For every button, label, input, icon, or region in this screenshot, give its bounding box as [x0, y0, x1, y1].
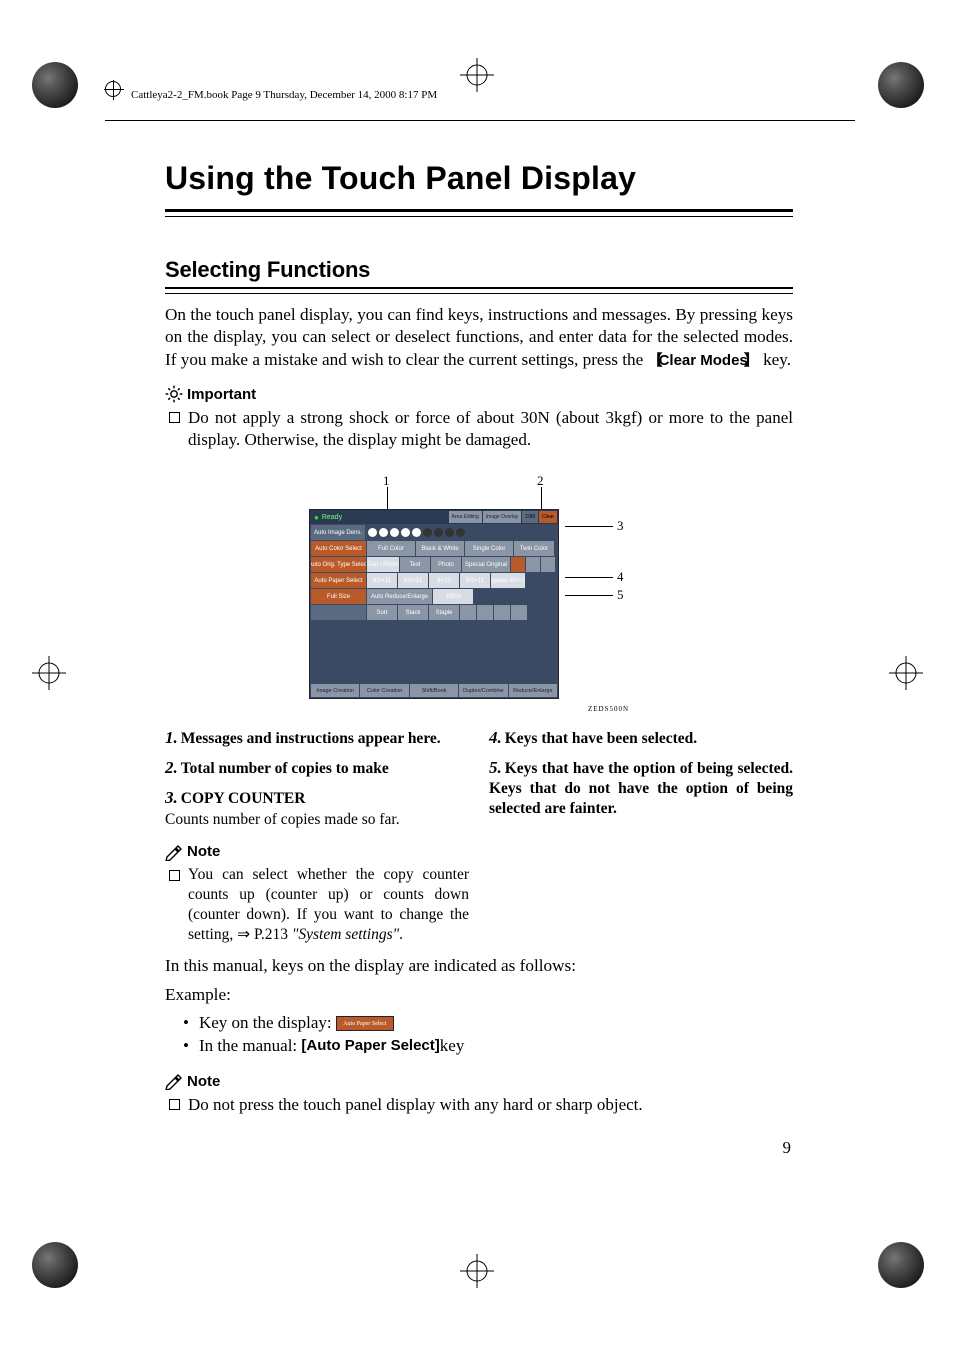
page-header: Cattleya2-2_FM.book Page 9 Thursday, Dec… — [105, 83, 855, 121]
auto-color-select-key: Auto Color Select — [311, 541, 366, 556]
important-body: Do not apply a strong shock or force of … — [188, 407, 793, 451]
important-item: Do not apply a strong shock or force of … — [169, 407, 793, 451]
example-bullet-2: In the manual: [Auto Paper Select] key — [183, 1035, 793, 1058]
callout-5: 5 — [617, 587, 624, 603]
density-label: Auto Image Dens. — [311, 525, 365, 540]
clear-modes-keycap: Clear Modes — [648, 352, 759, 369]
square-bullet-icon — [169, 870, 180, 881]
note-heading-2: Note — [165, 1072, 793, 1090]
important-label: Important — [187, 386, 256, 403]
clear-key: Clear — [539, 511, 557, 523]
pencil-icon — [165, 1072, 183, 1090]
intro-paragraph: On the touch panel display, you can find… — [165, 304, 793, 371]
corner-ball-br — [878, 1242, 924, 1288]
important-heading: Important — [165, 385, 793, 403]
post-line-2: Example: — [165, 984, 793, 1006]
registration-mark-left — [32, 656, 66, 690]
touch-panel-screenshot: 1 2 Ready Area Editing Image Overlay 1/9… — [309, 473, 649, 713]
corner-ball-tl — [32, 62, 78, 108]
full-size-key: Full Size — [311, 589, 366, 604]
gear-icon — [165, 385, 183, 403]
pencil-icon — [165, 843, 183, 861]
orientation-icon — [511, 557, 525, 572]
example-bullet-1: Key on the display: Auto Paper Select — [183, 1012, 793, 1035]
callout-3: 3 — [617, 518, 624, 534]
chapter-title: Using the Touch Panel Display — [165, 160, 793, 197]
corner-ball-bl — [32, 1242, 78, 1288]
section-title: Selecting Functions — [165, 257, 793, 283]
square-bullet-icon — [169, 1099, 180, 1110]
figure-code: ZEDS500N — [569, 705, 629, 713]
section-rule — [165, 287, 793, 294]
copy-counter-sub: Counts number of copies made so far. — [165, 811, 469, 829]
header-crop-icon — [105, 81, 121, 97]
square-bullet-icon — [169, 412, 180, 423]
note-heading-1: Note — [165, 843, 469, 861]
corner-ball-tr — [878, 62, 924, 108]
note-item-1: You can select whether the copy counter … — [169, 865, 469, 946]
auto-paper-select-mini-key: Auto Paper Select — [336, 1016, 394, 1031]
page-number: 9 — [783, 1138, 792, 1158]
area-editing-key: Area Editing — [449, 511, 482, 523]
note-item-2: Do not press the touch panel display wit… — [169, 1094, 793, 1116]
title-rule — [165, 209, 793, 217]
callout-4: 4 — [617, 569, 624, 585]
counter-display: 1/99 — [522, 511, 538, 523]
header-text: Cattleya2-2_FM.book Page 9 Thursday, Dec… — [131, 89, 437, 104]
item-3: 3.COPY COUNTER — [165, 787, 469, 809]
density-scale — [368, 528, 465, 537]
registration-mark-bottom — [460, 1254, 494, 1288]
post-line-1: In this manual, keys on the display are … — [165, 955, 793, 977]
intro-tail: key. — [759, 350, 791, 369]
registration-mark-right — [889, 656, 923, 690]
auto-orig-type-key: Auto Orig. Type Select — [311, 557, 366, 572]
item-1: 1.Messages and instructions appear here. — [165, 727, 469, 749]
image-overlay-key: Image Overlay — [483, 511, 522, 523]
auto-paper-select-key: Auto Paper Select — [311, 573, 366, 588]
item-2: 2.Total number of copies to make — [165, 757, 469, 779]
item-4: 4.Keys that have been selected. — [489, 727, 793, 749]
item-5: 5.Keys that have the option of being sel… — [489, 757, 793, 818]
